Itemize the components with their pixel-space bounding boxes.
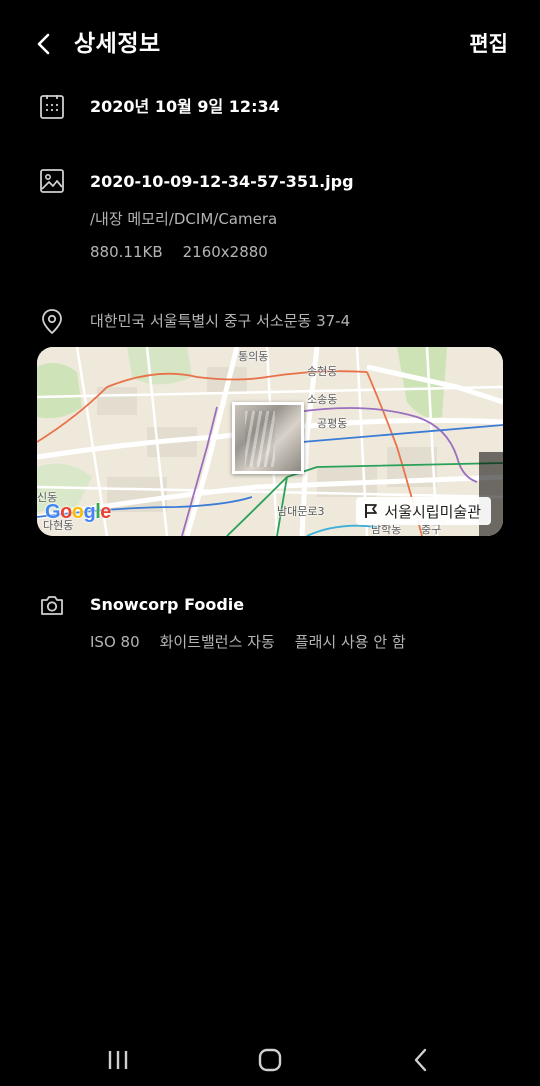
map-label: 소송동 xyxy=(307,393,338,406)
file-size: 880.11KB xyxy=(90,243,163,261)
home-button[interactable] xyxy=(250,1040,290,1080)
white-balance: 화이트밸런스 자동 xyxy=(159,633,275,651)
location-address: 대한민국 서울특별시 중구 서소문동 37-4 xyxy=(90,312,351,330)
home-icon xyxy=(258,1048,282,1072)
iso-value: ISO 80 xyxy=(90,633,140,651)
location-pin-icon xyxy=(38,307,66,335)
file-name: 2020-10-09-12-34-57-351.jpg xyxy=(90,172,354,191)
map-label: 공평동 xyxy=(317,417,348,430)
image-icon xyxy=(38,167,66,195)
page-title: 상세정보 xyxy=(74,31,161,57)
calendar-icon xyxy=(38,93,66,121)
file-meta: 880.11KB 2160x2880 xyxy=(90,241,288,263)
recent-apps-button[interactable] xyxy=(98,1040,138,1080)
system-nav-bar xyxy=(0,1030,540,1086)
map-label: 남대문로3 xyxy=(277,505,325,518)
file-path[interactable]: /내장 메모리/DCIM/Camera xyxy=(90,208,277,230)
camera-model: Snowcorp Foodie xyxy=(90,595,245,614)
photo-thumbnail xyxy=(232,402,304,474)
chevron-left-icon xyxy=(37,33,50,55)
google-logo: Google xyxy=(45,501,111,523)
place-name: 서울시립미술관 xyxy=(384,502,481,521)
map-label: 통의동 xyxy=(238,350,269,363)
app-bar: 상세정보 편집 xyxy=(0,0,540,90)
camera-settings: ISO 80 화이트밸런스 자동 플래시 사용 안 함 xyxy=(90,631,426,653)
location-map[interactable]: 통의동 송현동 소송동 공평동 신동 다현동 남대문로3 남학동 충구 Goog… xyxy=(37,347,503,536)
camera-icon xyxy=(38,591,66,619)
flash-status: 플래시 사용 안 함 xyxy=(294,633,406,651)
back-icon xyxy=(414,1048,427,1072)
flag-icon xyxy=(364,503,378,519)
file-resolution: 2160x2880 xyxy=(182,243,268,261)
edit-button[interactable]: 편집 xyxy=(469,28,508,60)
datetime-value: 2020년 10월 9일 12:34 xyxy=(90,97,280,116)
place-chip[interactable]: 서울시립미술관 xyxy=(356,497,491,525)
nav-back-button[interactable] xyxy=(401,1040,441,1080)
map-label: 송현동 xyxy=(307,365,338,378)
recent-apps-icon xyxy=(108,1051,128,1069)
back-button[interactable] xyxy=(26,26,62,62)
